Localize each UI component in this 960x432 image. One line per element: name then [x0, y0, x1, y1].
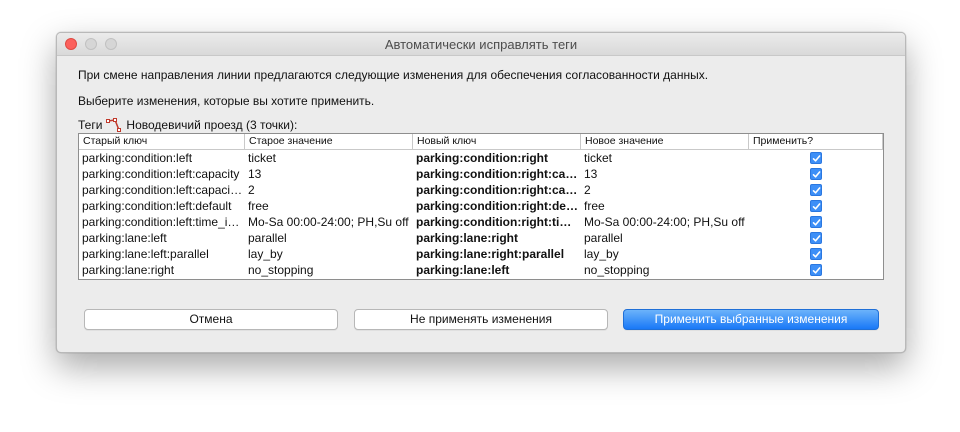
apply-cell	[749, 198, 883, 214]
new-value-cell: ticket	[584, 151, 613, 165]
new-key-cell: parking:condition:right:capacity	[416, 167, 581, 181]
old-key-cell: parking:lane:left	[82, 231, 167, 245]
title-bar[interactable]: Автоматически исправлять теги	[57, 33, 905, 56]
old-value-cell: Mo-Sa 00:00-24:00; PH,Su off	[248, 215, 409, 229]
apply-checkbox[interactable]	[810, 248, 822, 260]
table-row[interactable]: parking:condition:left:default free parkin…	[79, 198, 883, 214]
table-row[interactable]: parking:lane:left parallel parking:lane:ri…	[79, 230, 883, 246]
apply-cell	[749, 150, 883, 166]
table-row[interactable]: parking:condition:left:capacity:disabled…	[79, 182, 883, 198]
cancel-button[interactable]: Отмена	[84, 309, 338, 330]
tags-header: Теги Новодевичий проезд (3 точки):	[78, 118, 297, 132]
checkmark-icon	[812, 266, 820, 274]
apply-cell	[749, 246, 883, 262]
window-title: Автоматически исправлять теги	[384, 37, 578, 52]
checkmark-icon	[812, 250, 820, 258]
apply-checkbox[interactable]	[810, 200, 822, 212]
old-value-cell: lay_by	[248, 247, 283, 261]
apply-checkbox[interactable]	[810, 184, 822, 196]
new-key-cell: parking:condition:right	[416, 151, 548, 165]
info-message: При смене направления линии предлагаются…	[78, 68, 709, 82]
column-header-old-key[interactable]: Старый ключ	[79, 134, 245, 149]
new-value-cell: 2	[584, 183, 591, 197]
new-key-cell: parking:lane:right	[416, 231, 519, 245]
old-value-cell: parallel	[248, 231, 287, 245]
apply-checkbox[interactable]	[810, 168, 822, 180]
table-row[interactable]: parking:lane:left:parallel lay_by parking:…	[79, 246, 883, 262]
checkmark-icon	[812, 154, 820, 162]
old-key-cell: parking:condition:left:capacity	[82, 167, 240, 181]
apply-checkbox[interactable]	[810, 216, 822, 228]
apply-cell	[749, 166, 883, 182]
new-value-cell: parallel	[584, 231, 623, 245]
apply-checkbox[interactable]	[810, 232, 822, 244]
column-header-apply[interactable]: Применить?	[749, 134, 883, 149]
table-body: parking:condition:left ticket parking:cond…	[79, 150, 883, 278]
checkmark-icon	[812, 170, 820, 178]
new-value-cell: 13	[584, 167, 598, 181]
table-row[interactable]: parking:lane:right no_stopping parking:lan…	[79, 262, 883, 278]
apply-selected-button[interactable]: Применить выбранные изменения	[623, 309, 879, 330]
old-value-cell: free	[248, 199, 269, 213]
checkmark-icon	[812, 218, 820, 226]
table-header: Старый ключ Старое значение Новый ключ Н…	[79, 134, 883, 150]
old-key-cell: parking:condition:left:default	[82, 199, 232, 213]
new-value-cell: Mo-Sa 00:00-24:00; PH,Su off	[584, 215, 745, 229]
old-key-cell: parking:condition:left:time_interval	[82, 215, 245, 229]
apply-checkbox[interactable]	[810, 264, 822, 276]
object-name: Новодевичий проезд (3 точки):	[126, 118, 298, 132]
old-key-cell: parking:lane:right	[82, 263, 175, 277]
apply-cell	[749, 230, 883, 246]
new-value-cell: lay_by	[584, 247, 619, 261]
dont-apply-button[interactable]: Не применять изменения	[354, 309, 608, 330]
checkmark-icon	[812, 202, 820, 210]
table-row[interactable]: parking:condition:left:capacity 13 parking…	[79, 166, 883, 182]
instruction-message: Выберите изменения, которые вы хотите пр…	[78, 94, 375, 108]
old-key-cell: parking:condition:left:capacity:disabled	[82, 183, 245, 197]
old-key-cell: parking:lane:left:parallel	[82, 247, 209, 261]
way-icon	[106, 118, 122, 132]
old-value-cell: no_stopping	[248, 263, 314, 277]
new-value-cell: no_stopping	[584, 263, 650, 277]
column-header-old-value[interactable]: Старое значение	[245, 134, 413, 149]
apply-cell	[749, 262, 883, 278]
apply-cell	[749, 182, 883, 198]
new-key-cell: parking:condition:right:default	[416, 199, 581, 213]
apply-checkbox[interactable]	[810, 152, 822, 164]
dialog-window: Автоматически исправлять теги При смене …	[56, 32, 906, 353]
table-row[interactable]: parking:condition:left ticket parking:cond…	[79, 150, 883, 166]
table-row[interactable]: parking:condition:left:time_intervalMo-S…	[79, 214, 883, 230]
tag-changes-table[interactable]: Старый ключ Старое значение Новый ключ Н…	[78, 133, 884, 280]
apply-cell	[749, 214, 883, 230]
checkmark-icon	[812, 186, 820, 194]
old-value-cell: 13	[248, 167, 262, 181]
column-header-new-value[interactable]: Новое значение	[581, 134, 749, 149]
checkmark-icon	[812, 234, 820, 242]
new-key-cell: parking:condition:right:capacity:disable…	[416, 183, 581, 197]
tags-label: Теги	[78, 118, 103, 132]
old-value-cell: ticket	[248, 151, 277, 165]
new-key-cell: parking:lane:right:parallel	[416, 247, 565, 261]
new-key-cell: parking:lane:left	[416, 263, 510, 277]
new-key-cell: parking:condition:right:time_interval	[416, 215, 581, 229]
old-key-cell: parking:condition:left	[82, 151, 193, 165]
column-header-new-key[interactable]: Новый ключ	[413, 134, 581, 149]
old-value-cell: 2	[248, 183, 255, 197]
new-value-cell: free	[584, 199, 605, 213]
